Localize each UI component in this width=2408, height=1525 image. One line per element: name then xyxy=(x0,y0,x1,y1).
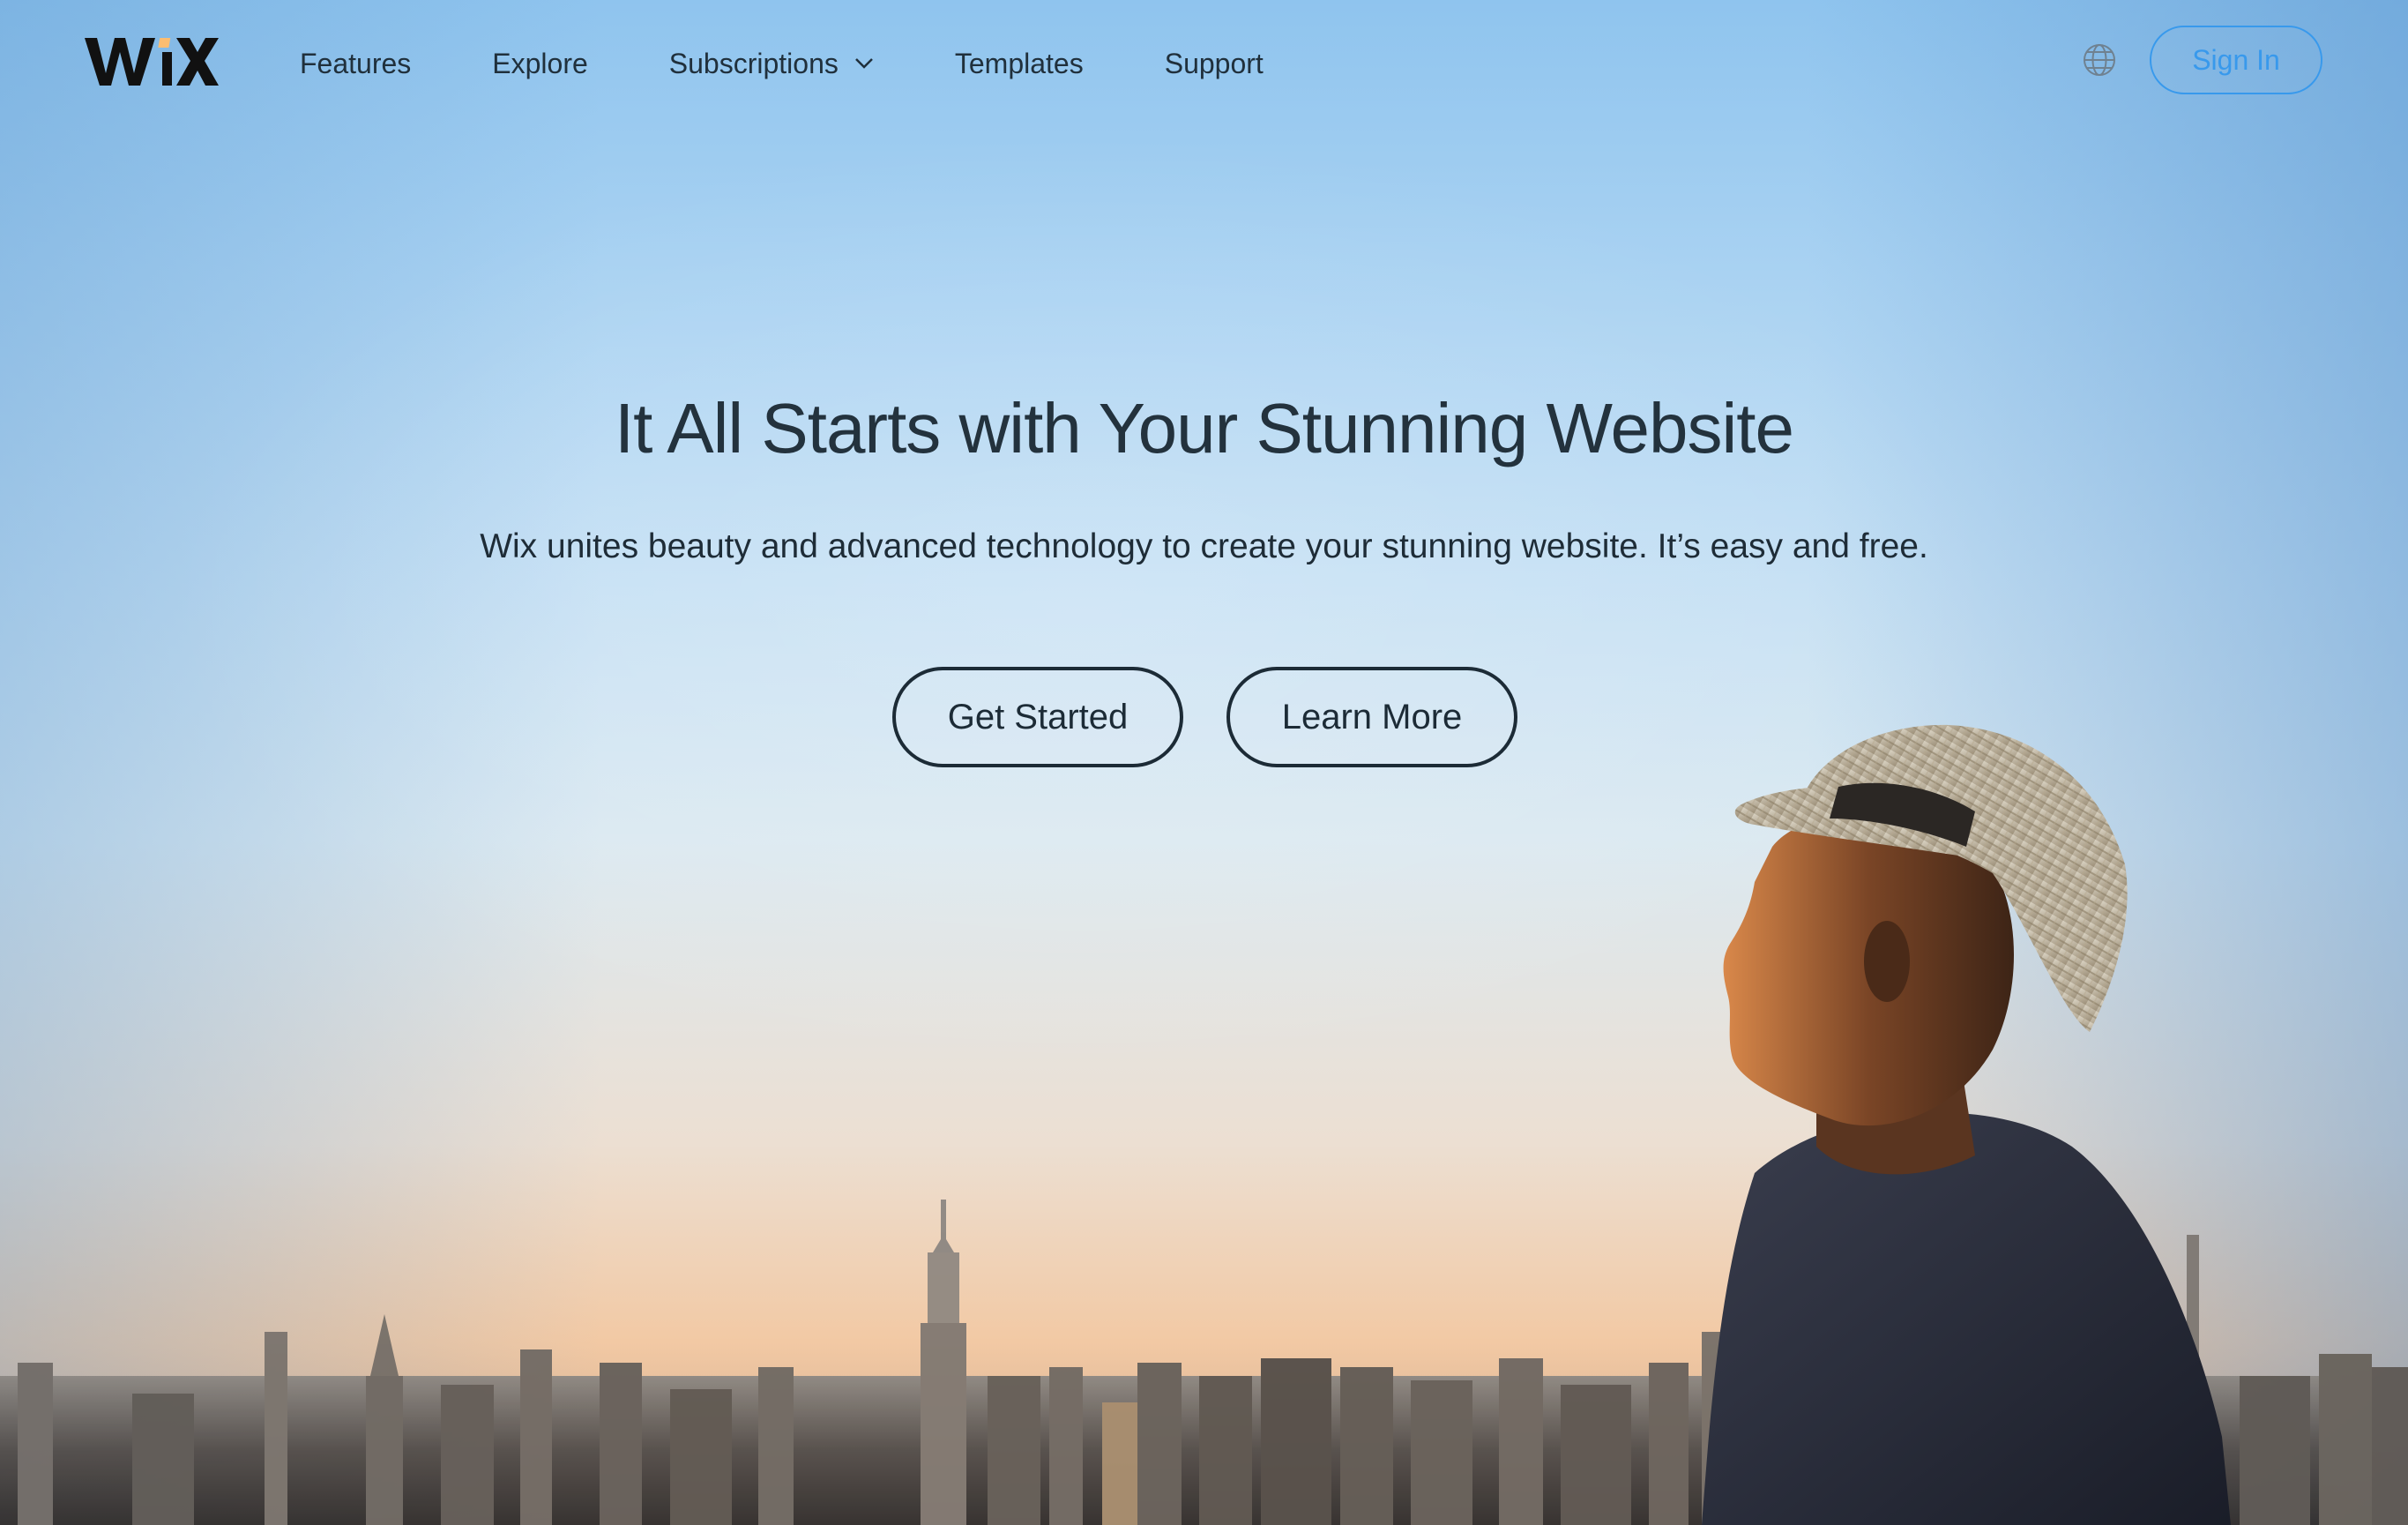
learn-more-button[interactable]: Learn More xyxy=(1226,667,1517,767)
chevron-down-icon xyxy=(854,57,874,70)
hero-background-image xyxy=(0,724,2408,1525)
nav-item-subscriptions[interactable]: Subscriptions xyxy=(669,48,874,80)
nav-item-label: Subscriptions xyxy=(668,47,839,79)
learn-more-label: Learn More xyxy=(1281,697,1463,736)
nav-item-label: Support xyxy=(1164,47,1264,79)
nav-item-support[interactable]: Support xyxy=(1165,48,1264,80)
wix-logo[interactable] xyxy=(85,26,219,97)
hero-subtitle: Wix unites beauty and advanced technolog… xyxy=(480,527,1928,565)
nav-item-label: Templates xyxy=(954,47,1084,79)
nav-item-features[interactable]: Features xyxy=(300,48,411,80)
main-menu: Features Explore Subscriptions Templates… xyxy=(300,37,1345,90)
top-navigation: Features Explore Subscriptions Templates… xyxy=(0,0,2408,123)
hero-title: It All Starts with Your Stunning Website xyxy=(614,389,1794,467)
nav-item-templates[interactable]: Templates xyxy=(955,48,1084,80)
nav-item-explore[interactable]: Explore xyxy=(492,48,588,80)
globe-icon[interactable] xyxy=(2082,42,2117,78)
sign-in-button[interactable]: Sign In xyxy=(2150,26,2322,94)
get-started-button[interactable]: Get Started xyxy=(892,667,1183,767)
nav-item-label: Features xyxy=(300,47,412,79)
nav-item-label: Explore xyxy=(492,47,588,79)
sign-in-label: Sign In xyxy=(2192,43,2280,76)
man-in-hat xyxy=(1702,724,2231,1525)
get-started-label: Get Started xyxy=(947,697,1129,736)
wix-logo-mark xyxy=(85,38,219,86)
